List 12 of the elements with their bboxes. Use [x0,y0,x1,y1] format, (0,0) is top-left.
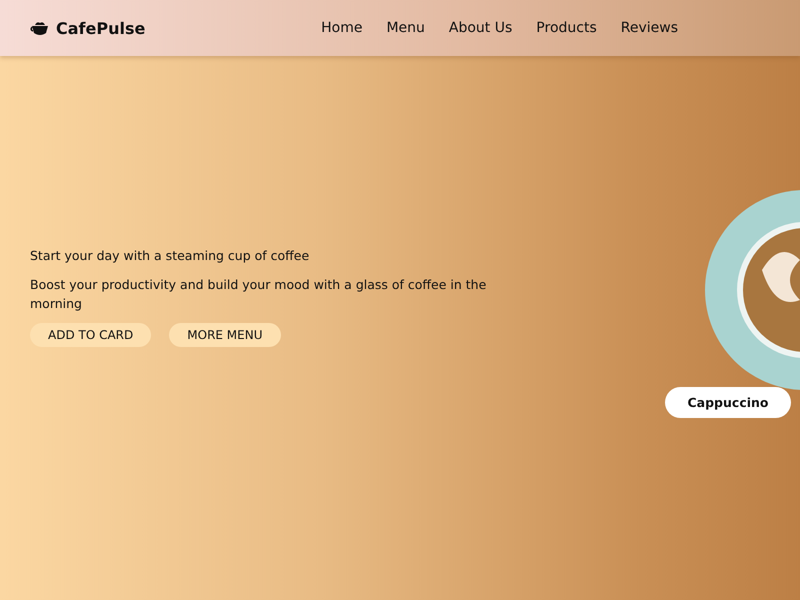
nav-link[interactable]: Reviews [620,20,678,36]
hero-button[interactable]: MORE MENU [169,323,280,347]
coffee-cup-icon [30,20,50,36]
nav-link[interactable]: Menu [386,20,425,36]
brand-name: CafePulse [56,18,146,38]
hero-description: Boost your productivity and build your mood with a glass of coffee in the morning [30,276,488,313]
product-label[interactable]: Cappuccino [665,387,791,418]
tagline: Start your day with a steaming cup of coffee [30,248,310,263]
hero-button[interactable]: ADD TO CARD [30,323,152,347]
nav-link[interactable]: About Us [448,20,512,36]
nav-link[interactable]: Products [536,20,597,36]
nav-link[interactable]: Home [321,20,362,36]
